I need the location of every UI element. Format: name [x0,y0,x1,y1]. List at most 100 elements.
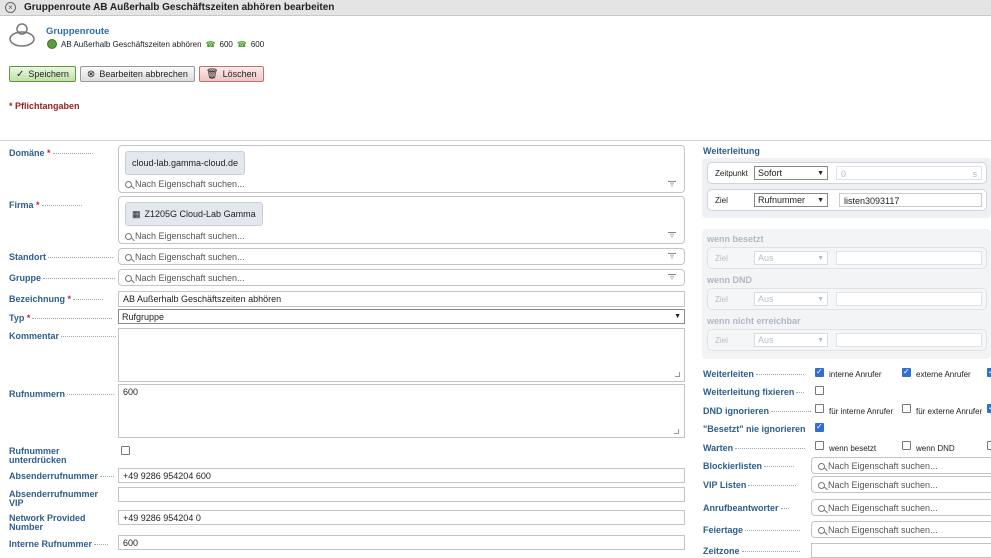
label-interne: Interne Rufnummer [9,539,109,549]
window-titlebar: × Gruppenroute AB Außerhalb Geschäftszei… [0,0,991,16]
chevron-down-icon: ▼ [817,336,824,344]
delay-input[interactable]: 0s [836,166,982,180]
company-chip[interactable]: ▦ Z1205G Cloud-Lab Gamma [125,202,263,226]
save-button[interactable]: ✓ Speichern [9,66,76,82]
forward-external-checkbox[interactable] [902,367,911,377]
wait-dnd-checkbox[interactable] [902,441,911,450]
record-summary: AB Außerhalb Geschäftszeiten abhören ☎ 60… [47,39,264,49]
npn-input[interactable]: +49 9286 954204 0 [118,510,685,525]
holidays-search[interactable]: Nach Eigenschaft suchen... [818,525,938,535]
search-icon [818,526,825,534]
resize-handle[interactable] [675,372,680,377]
unreachable-row: Ziel Aus ▼ [707,329,987,351]
sender-number-input[interactable]: +49 9286 954204 600 [118,468,685,483]
dnd-target-select[interactable]: Aus ▼ [754,292,828,306]
label-typ: Typ * [9,313,113,323]
holidays-selector[interactable]: Nach Eigenschaft suchen... [811,521,991,538]
search-icon [125,180,132,188]
internal-number-input[interactable]: 600 [118,535,685,550]
dnd-ignore-extra-checkbox[interactable] [987,403,991,413]
label-fixieren: Weiterleitung fixieren [703,387,805,397]
fix-forwarding-checkbox[interactable] [815,386,824,395]
label-gruppe: Gruppe [9,273,116,283]
label-anruf: Anrufbeantworter [703,503,789,513]
dnd-ignore-external-checkbox[interactable] [902,404,911,413]
chevron-down-icon: ▼ [817,169,824,177]
label-kommentar: Kommentar [9,331,117,341]
filter-icon[interactable]: ▿ [668,274,676,282]
voicemail-selector[interactable]: Nach Eigenschaft suchen... [811,499,991,516]
domain-selector[interactable]: cloud-lab.gamma-cloud.de Nach Eigenschaf… [118,145,685,193]
chevron-down-icon: ▼ [817,254,824,262]
search-icon [125,232,132,240]
label-absender: Absenderrufnummer [9,471,115,481]
forwarding-time-row: Zeitpunkt Sofort ▼ 0s [707,162,987,184]
label-bezeichnung: Bezeichnung * [9,294,104,304]
building-icon: ▦ [132,208,141,219]
vip-search[interactable]: Nach Eigenschaft suchen... [818,480,938,490]
required-note: * Pflichtangaben [9,101,80,111]
label-vip: VIP Listen [703,480,797,490]
busy-target-select[interactable]: Aus ▼ [754,251,828,265]
label-absender-vip: Absenderrufnummer VIP [9,489,99,508]
filter-icon[interactable]: ▿ [668,232,676,240]
delete-button[interactable]: 🗑 Löschen [198,66,264,82]
domain-chip[interactable]: cloud-lab.gamma-cloud.de [125,151,246,175]
cancel-edit-button[interactable]: ⊗ Bearbeiten abbrechen [79,66,195,82]
filter-icon[interactable]: ▿ [668,181,676,189]
filter-icon[interactable]: ▿ [668,253,676,261]
location-search[interactable]: Nach Eigenschaft suchen... [125,252,245,262]
company-selector[interactable]: ▦ Z1205G Cloud-Lab Gamma Nach Eigenschaft… [118,196,685,244]
window-title: Gruppenroute AB Außerhalb Geschäftszeite… [24,2,335,13]
busy-row: Ziel Aus ▼ [707,247,987,269]
dnd-row: Ziel Aus ▼ [707,288,987,310]
close-icon[interactable]: × [5,2,16,13]
record-name: AB Außerhalb Geschäftszeiten abhören [61,39,202,49]
group-search[interactable]: Nach Eigenschaft suchen... [125,273,245,283]
label-feiertage: Feiertage [703,525,801,535]
phone-number-2: 600 [250,39,265,49]
dnd-target-input[interactable] [836,292,982,306]
blocklist-search[interactable]: Nach Eigenschaft suchen... [818,461,938,471]
forward-internal-checkbox[interactable] [815,367,824,377]
chevron-down-icon: ▼ [674,313,681,320]
location-selector[interactable]: Nach Eigenschaft suchen... ▿ [118,248,685,265]
comment-textarea[interactable] [118,328,685,382]
name-input[interactable]: AB Außerhalb Geschäftszeiten abhören [118,291,685,307]
group-selector[interactable]: Nach Eigenschaft suchen... ▿ [118,269,685,286]
label-blockier: Blockierlisten [703,461,795,471]
label-besetzt: "Besetzt" nie ignorieren [703,424,806,434]
type-select[interactable]: Rufgruppe ▼ [118,309,685,324]
unreachable-target-select[interactable]: Aus ▼ [754,333,828,347]
suppress-number-checkbox[interactable] [121,446,130,455]
domain-search[interactable]: Nach Eigenschaft suchen... [125,179,245,189]
label-rufnummern: Rufnummern [9,389,114,399]
label-domaene: Domäne * [9,148,93,158]
search-icon [818,504,825,512]
label-firma: Firma * [9,200,82,210]
forwarding-time-select[interactable]: Sofort ▼ [754,166,828,180]
wait-busy-checkbox[interactable] [815,441,824,450]
forwarding-target-row: Ziel Rufnummer ▼ listen3093117 [707,189,987,211]
status-icon [47,39,57,49]
chevron-down-icon: ▼ [817,295,824,303]
never-ignore-busy-checkbox[interactable] [815,422,824,432]
forward-extra-checkbox[interactable] [987,367,991,377]
unreachable-target-input[interactable] [836,333,982,347]
phone-number-1: 600 [219,39,233,49]
dnd-ignore-internal-checkbox[interactable] [815,404,824,413]
forwarding-target-input[interactable]: listen3093117 [839,193,982,207]
sender-vip-input[interactable] [118,487,685,502]
vip-list-selector[interactable]: Nach Eigenschaft suchen... [811,476,991,493]
resize-handle[interactable] [674,429,679,434]
wait-extra-checkbox[interactable] [987,441,991,450]
forwarding-target-type-select[interactable]: Rufnummer ▼ [754,193,828,207]
search-icon [818,481,825,489]
voicemail-search[interactable]: Nach Eigenschaft suchen... [818,503,938,513]
busy-target-input[interactable] [836,251,982,265]
blocklist-selector[interactable]: Nach Eigenschaft suchen... [811,457,991,474]
numbers-textarea[interactable]: 600 [118,384,685,438]
record-type: Gruppenroute [46,26,110,37]
company-search[interactable]: Nach Eigenschaft suchen... [125,231,245,241]
forwarding-title: Weiterleitung [703,146,760,156]
